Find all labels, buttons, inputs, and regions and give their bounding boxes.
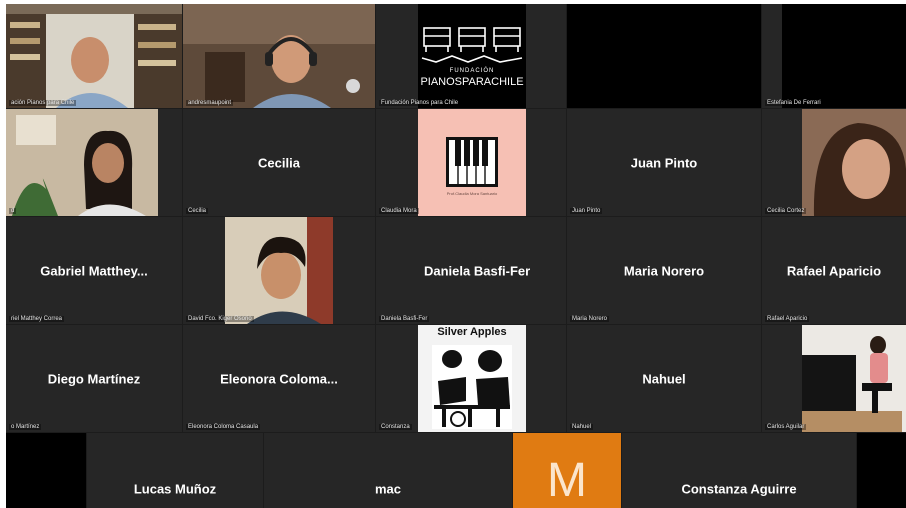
participant-tile[interactable]: Gabriel Matthey... riel Matthey Correa	[6, 217, 182, 324]
gallery-view: ación Pianos para Chile andresmaupoint F…	[6, 4, 906, 508]
video-off-screen	[782, 4, 906, 108]
participant-display-name: Juan Pinto	[630, 155, 698, 170]
participant-tile[interactable]: Constanza Aguirre	[622, 433, 856, 508]
participant-name-label: Daniela Basfi-Fer	[379, 316, 430, 322]
album-title: Silver Apples	[437, 326, 507, 338]
participant-name-label: Estefania De Ferrari	[765, 100, 823, 106]
participant-name-label: ación Pianos para Chile	[9, 100, 77, 106]
participant-name-label: o Martínez	[9, 424, 42, 430]
participant-display-name: Daniela Basfi-Fer	[424, 263, 531, 278]
participant-name-label: d	[9, 208, 17, 214]
participant-name-label: Carlos Aguilar	[765, 424, 807, 430]
participant-name-label: Maria Norero	[570, 316, 610, 322]
participant-tile[interactable]	[857, 433, 906, 508]
participant-name-label: Cecilia Cortez	[765, 208, 807, 214]
participant-name-label: Fundación Pianos para Chile	[379, 100, 461, 106]
participant-tile[interactable]: d	[6, 109, 182, 216]
participant-tile[interactable]: David Fco. Kiger Osorio	[183, 217, 375, 324]
logo-line-2: PIANOSPARACHILE	[420, 76, 524, 88]
participant-tile[interactable]: mac	[264, 433, 512, 508]
participant-tile[interactable]: Juan Pinto Juan Pinto	[567, 109, 761, 216]
participant-tile[interactable]: Estefania De Ferrari	[762, 4, 906, 108]
participant-tile[interactable]	[567, 4, 761, 108]
avatar-initial: M	[547, 454, 587, 507]
participant-display-name: Cecilia	[258, 155, 300, 170]
participant-tile[interactable]: Cecilia Cecilia	[183, 109, 375, 216]
album-cover: Silver Apples	[418, 325, 526, 432]
logo-line-1: FUNDACIÓN	[449, 68, 495, 74]
participant-tile[interactable]: Daniela Basfi-Fer Daniela Basfi-Fer	[376, 217, 566, 324]
participant-name-label: David Fco. Kiger Osorio	[186, 316, 254, 322]
participant-name-label: Constanza	[379, 424, 412, 430]
participant-video	[762, 325, 906, 432]
participant-name-label: Juan Pinto	[570, 208, 603, 214]
participant-tile[interactable]: Maria Norero Maria Norero	[567, 217, 761, 324]
participant-tile[interactable]: Silver Apples Constanza	[376, 325, 566, 432]
participant-display-name: Maria Norero	[623, 263, 705, 278]
participant-display-name: Eleonora Coloma...	[220, 371, 338, 386]
logo-box: FUNDACIÓN PIANOSPARACHILE	[418, 4, 526, 108]
participant-name-label: riel Matthey Correa	[9, 316, 65, 322]
participant-tile[interactable]: Prof.Claudia Mora Santuario Claudia Mora	[376, 109, 566, 216]
participant-video	[762, 109, 906, 216]
album-artwork	[432, 345, 512, 429]
participant-display-name: Constanza Aguirre	[681, 481, 797, 497]
participant-video	[183, 4, 375, 108]
participant-display-name: Diego Martínez	[47, 371, 141, 386]
video-off-screen	[567, 4, 761, 108]
participant-display-name: Lucas Muñoz	[133, 481, 217, 497]
participant-tile[interactable]: Eleonora Coloma... Eleonora Coloma Casau…	[183, 325, 375, 432]
participant-tile[interactable]: Rafael Aparicio Rafael Aparicio	[762, 217, 906, 324]
participant-tile[interactable]: Carlos Aguilar	[762, 325, 906, 432]
participant-name-label: Claudia Mora	[379, 208, 419, 214]
participant-video	[183, 217, 375, 324]
participant-display-name: Gabriel Matthey...	[40, 263, 148, 278]
participant-name-label: Rafael Aparicio	[765, 316, 810, 322]
participant-name-label: Cecilia	[186, 208, 209, 214]
participant-tile[interactable]: Nahuel Nahuel	[567, 325, 761, 432]
piano-profile-caption: Prof.Claudia Mora Santuario	[446, 191, 498, 196]
participant-video	[6, 4, 182, 108]
participant-name-label: Nahuel	[570, 424, 594, 430]
piano-keys-icon	[446, 137, 498, 187]
participant-display-name: Rafael Aparicio	[786, 263, 882, 278]
participant-display-name: mac	[374, 481, 402, 497]
participant-name-label: Eleonora Coloma Casaula	[186, 424, 261, 430]
participant-tile[interactable]: M	[513, 433, 621, 508]
participant-tile[interactable]: Cecilia Cortez	[762, 109, 906, 216]
participant-tile[interactable]	[6, 433, 86, 508]
participant-video	[6, 109, 158, 216]
participant-tile[interactable]: Lucas Muñoz	[87, 433, 263, 508]
participant-name-label: andresmaupoint	[186, 100, 234, 106]
participant-tile[interactable]: ación Pianos para Chile	[6, 4, 182, 108]
piano-profile-box: Prof.Claudia Mora Santuario	[418, 109, 526, 216]
participant-tile[interactable]: FUNDACIÓN PIANOSPARACHILE Fundación Pian…	[376, 4, 566, 108]
participant-tile[interactable]: andresmaupoint	[183, 4, 375, 108]
participant-tile[interactable]: Diego Martínez o Martínez	[6, 325, 182, 432]
participant-display-name: Nahuel	[642, 371, 686, 386]
